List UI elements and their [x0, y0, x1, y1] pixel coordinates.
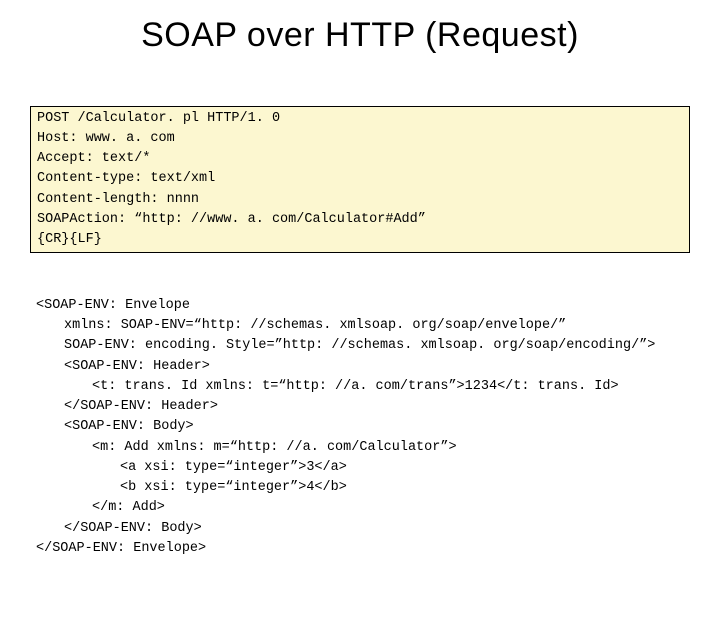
soap-line: </SOAP-ENV: Envelope>	[36, 541, 206, 556]
soap-line: SOAP-ENV: encoding. Style=”http: //schem…	[36, 336, 684, 356]
soap-line: </SOAP-ENV: Header>	[36, 397, 684, 417]
soap-line: </m: Add>	[36, 498, 684, 518]
http-line: {CR}{LF}	[37, 232, 102, 247]
soap-body-box: <SOAP-ENV: Envelope xmlns: SOAP-ENV=“htt…	[30, 294, 690, 561]
slide-title: SOAP over HTTP (Request)	[30, 16, 690, 55]
soap-line: <SOAP-ENV: Header>	[36, 357, 684, 377]
soap-line: </SOAP-ENV: Body>	[36, 519, 684, 539]
http-line: SOAPAction: “http: //www. a. com/Calcula…	[37, 212, 426, 227]
code-block: POST /Calculator. pl HTTP/1. 0 Host: www…	[30, 65, 690, 602]
http-header-box: POST /Calculator. pl HTTP/1. 0 Host: www…	[30, 106, 690, 254]
slide: SOAP over HTTP (Request) POST /Calculato…	[0, 0, 720, 622]
http-line: Host: www. a. com	[37, 131, 175, 146]
soap-line: xmlns: SOAP-ENV=“http: //schemas. xmlsoa…	[36, 316, 684, 336]
http-line: POST /Calculator. pl HTTP/1. 0	[37, 111, 280, 126]
soap-line: <SOAP-ENV: Envelope	[36, 298, 190, 313]
http-line: Content-length: nnnn	[37, 192, 199, 207]
soap-line: <m: Add xmlns: m=“http: //a. com/Calcula…	[36, 438, 684, 458]
soap-line: <SOAP-ENV: Body>	[36, 417, 684, 437]
http-line: Accept: text/*	[37, 151, 150, 166]
soap-line: <b xsi: type=“integer”>4</b>	[36, 478, 684, 498]
soap-line: <a xsi: type=“integer”>3</a>	[36, 458, 684, 478]
http-line: Content-type: text/xml	[37, 171, 215, 186]
soap-line: <t: trans. Id xmlns: t=“http: //a. com/t…	[36, 377, 684, 397]
